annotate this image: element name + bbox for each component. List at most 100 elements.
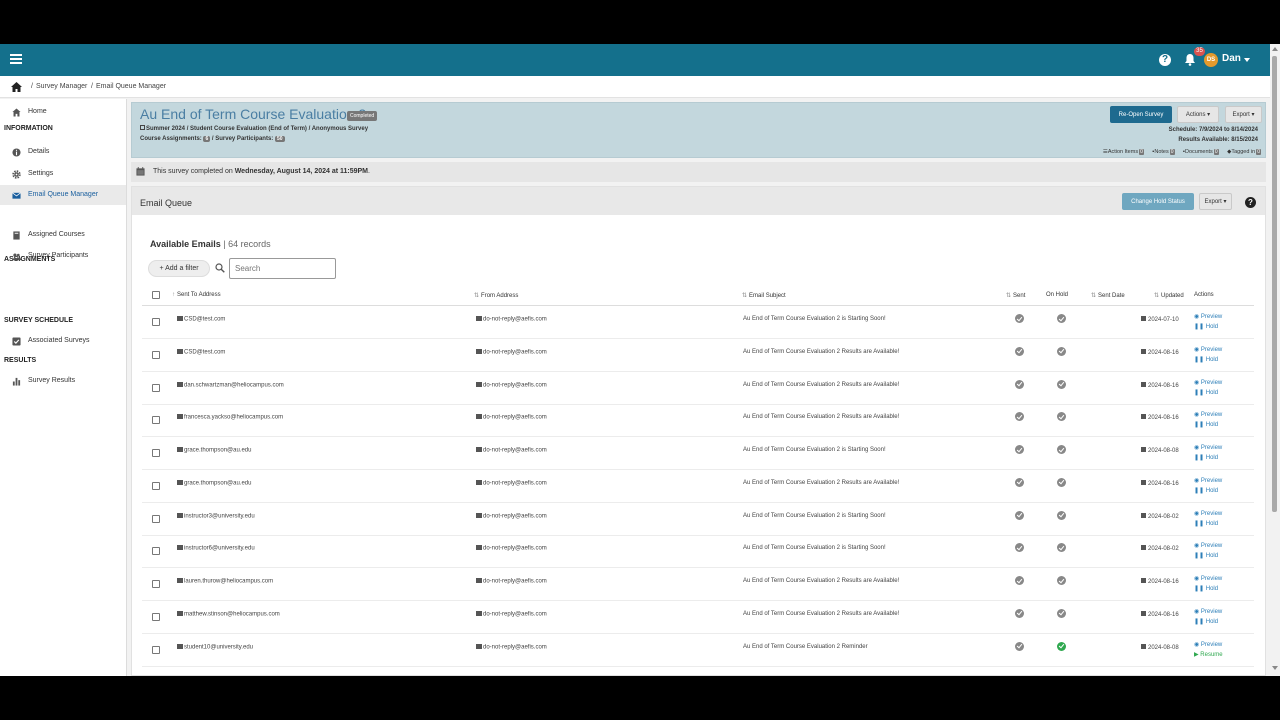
menu-icon[interactable] [10, 54, 22, 64]
chevron-down-icon[interactable] [1244, 58, 1250, 62]
help-icon[interactable]: ? [1245, 197, 1256, 208]
column-on-hold[interactable]: On Hold [1046, 292, 1068, 298]
action-items-link[interactable]: ☰Action Items 0 [1103, 149, 1144, 155]
sidebar-item-assigned-courses[interactable]: Assigned Courses [0, 225, 126, 245]
column-sent-to[interactable]: ↑ Sent To Address [172, 292, 221, 298]
check-square-icon [12, 337, 21, 346]
preview-link[interactable]: ◉ Preview [1194, 608, 1222, 615]
row-checkbox[interactable] [152, 481, 160, 490]
export-dropdown-button[interactable]: Export ▾ [1199, 193, 1232, 210]
row-checkbox[interactable] [152, 612, 160, 621]
course-assignments-count[interactable]: 6 [203, 136, 211, 142]
bell-icon[interactable] [1184, 53, 1196, 66]
hold-link[interactable]: ❚❚ Hold [1194, 356, 1218, 363]
sent-status-icon [1015, 477, 1024, 487]
sidebar-item-associated-surveys[interactable]: Associated Surveys [0, 331, 126, 351]
preview-link[interactable]: ◉ Preview [1194, 641, 1222, 648]
page-scrollbar[interactable] [1270, 44, 1280, 676]
scroll-down-icon[interactable] [1272, 666, 1278, 670]
updated-date: 2024-08-16 [1148, 579, 1179, 585]
preview-link[interactable]: ◉ Preview [1194, 379, 1222, 386]
breadcrumb-email-queue-manager[interactable]: Email Queue Manager [96, 83, 166, 90]
row-checkbox[interactable] [152, 547, 160, 556]
envelope-icon [476, 479, 482, 485]
column-sent[interactable]: ⇅ Sent [1006, 292, 1025, 299]
sidebar-item-home[interactable]: Home [0, 102, 126, 122]
sidebar-item-label: Home [28, 108, 47, 115]
preview-link[interactable]: ◉ Preview [1194, 510, 1222, 517]
updated-cell: 2024-08-16 [1141, 578, 1179, 585]
column-subject[interactable]: ⇅ Email Subject [742, 292, 786, 299]
hold-link[interactable]: ❚❚ Hold [1194, 323, 1218, 330]
table-header: ↑ Sent To Address ⇅ From Address ⇅ Email Su… [142, 284, 1254, 306]
tagged-in-link[interactable]: ◆Tagged in 0 [1227, 149, 1261, 155]
scroll-up-icon[interactable] [1272, 47, 1278, 51]
preview-link[interactable]: ◉ Preview [1194, 477, 1222, 484]
column-from[interactable]: ⇅ From Address [474, 292, 518, 299]
preview-link[interactable]: ◉ Preview [1194, 313, 1222, 320]
row-checkbox[interactable] [152, 318, 160, 326]
reopen-survey-button[interactable]: Re-Open Survey [1110, 106, 1172, 123]
pause-icon: ❚❚ [1194, 586, 1205, 592]
action-label: Hold [1205, 356, 1219, 363]
sidebar-item-survey-results[interactable]: Survey Results [0, 371, 126, 391]
tag-label: Tagged in [1231, 149, 1256, 155]
preview-link[interactable]: ◉ Preview [1194, 346, 1222, 353]
select-all-checkbox[interactable] [152, 291, 160, 299]
column-sent-date[interactable]: ⇅ Sent Date [1091, 292, 1125, 299]
preview-link[interactable]: ◉ Preview [1194, 575, 1222, 582]
actions-dropdown-button[interactable]: Actions ▾ [1177, 106, 1219, 123]
preview-label: Preview [1200, 477, 1223, 484]
participants-count[interactable]: 50 [274, 136, 285, 142]
scrollbar-thumb[interactable] [1272, 56, 1277, 512]
preview-link[interactable]: ◉ Preview [1194, 444, 1222, 451]
documents-link[interactable]: ▪Documents 0 [1183, 149, 1219, 155]
column-updated[interactable]: ⇅ Updated [1154, 292, 1184, 299]
export-dropdown-button[interactable]: Export ▾ [1225, 106, 1262, 123]
resume-link[interactable]: ▶ Resume [1194, 651, 1223, 658]
sidebar-item-email-queue-manager[interactable]: Email Queue Manager [0, 185, 126, 205]
on-hold-status-icon [1057, 314, 1066, 323]
row-checkbox[interactable] [152, 383, 160, 392]
hold-link[interactable]: ❚❚ Hold [1194, 389, 1218, 396]
row-checkbox[interactable] [152, 514, 160, 523]
preview-label: Preview [1200, 510, 1223, 517]
notes-link[interactable]: ▪Notes 0 [1152, 149, 1175, 155]
hold-link[interactable]: ❚❚ Hold [1194, 421, 1218, 428]
hold-link[interactable]: ❚❚ Hold [1194, 618, 1218, 625]
sidebar-item-details[interactable]: Details [0, 142, 126, 162]
row-checkbox[interactable] [152, 645, 160, 654]
hold-link[interactable]: ❚❚ Hold [1194, 520, 1218, 527]
breadcrumb-survey-manager[interactable]: Survey Manager [36, 83, 87, 90]
row-checkbox[interactable] [152, 416, 160, 425]
avatar[interactable]: DS [1204, 53, 1218, 67]
search-input[interactable] [229, 258, 336, 279]
eye-icon: ◉ [1194, 346, 1200, 353]
row-checkbox[interactable] [152, 350, 160, 359]
from-cell: do-not-reply@aefis.com [476, 479, 547, 486]
preview-link[interactable]: ◉ Preview [1194, 542, 1222, 549]
home-icon[interactable] [11, 82, 22, 92]
sidebar-item-settings[interactable]: Settings [0, 164, 126, 184]
updated-date: 2024-08-16 [1148, 480, 1179, 487]
sent-to-cell: francesca.yackso@heliocampus.com [177, 414, 283, 421]
hold-link[interactable]: ❚❚ Hold [1194, 585, 1218, 592]
hold-link[interactable]: ❚❚ Hold [1194, 552, 1218, 559]
hold-link[interactable]: ❚❚ Hold [1194, 487, 1218, 494]
preview-link[interactable]: ◉ Preview [1194, 411, 1222, 418]
preview-label: Preview [1200, 608, 1223, 615]
sent-to-cell: dan.schwartzman@heliocampus.com [177, 381, 284, 388]
calendar-icon [1141, 512, 1146, 518]
column-actions: Actions [1194, 292, 1214, 298]
hold-link[interactable]: ❚❚ Hold [1194, 454, 1218, 461]
row-checkbox[interactable] [152, 580, 160, 588]
sidebar-item-survey-participants[interactable]: Survey Participants [0, 246, 126, 266]
user-menu[interactable]: Dan [1222, 53, 1241, 64]
help-icon[interactable]: ? [1159, 54, 1171, 66]
add-filter-button[interactable]: + Add a filter [148, 260, 210, 277]
row-checkbox[interactable] [152, 449, 160, 457]
pause-icon: ❚❚ [1194, 324, 1205, 330]
change-hold-status-button[interactable]: Change Hold Status [1122, 193, 1194, 210]
preview-label: Preview [1200, 445, 1223, 451]
pause-icon: ❚❚ [1194, 520, 1205, 527]
